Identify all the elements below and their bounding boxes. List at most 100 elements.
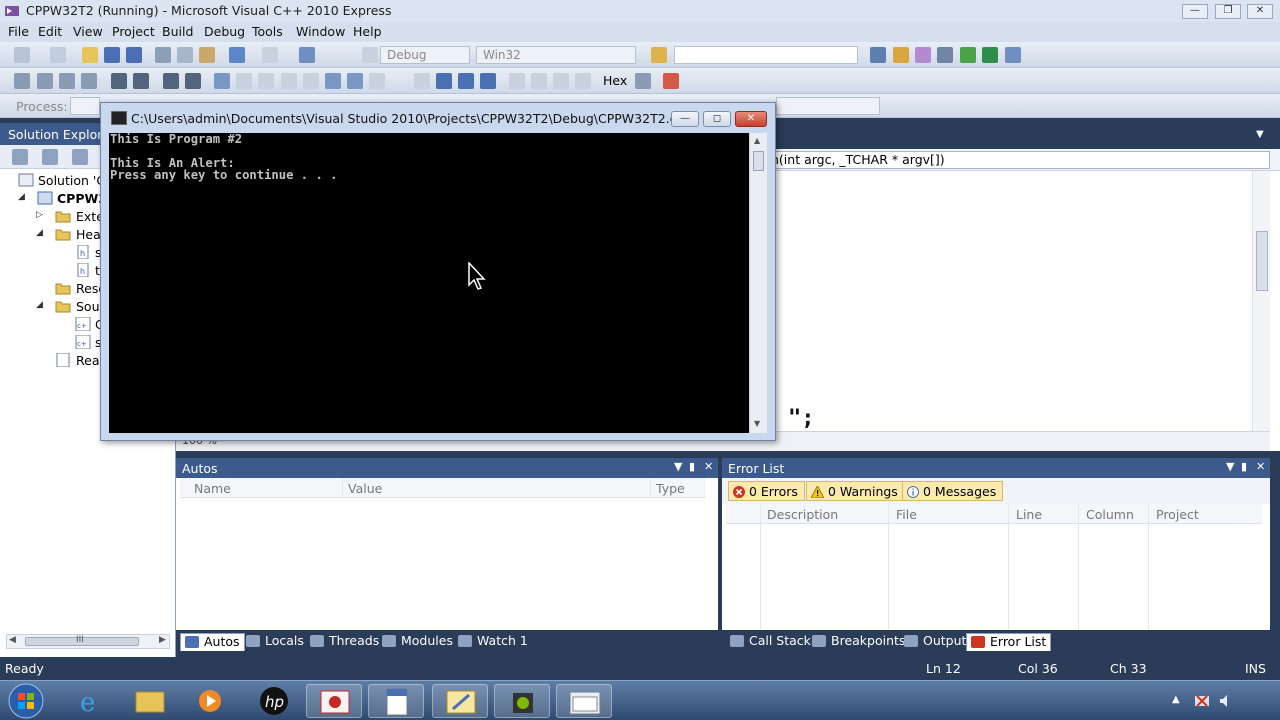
code-text[interactable]: "; [788, 406, 815, 431]
prev-bookmark-doc-icon[interactable] [325, 73, 341, 89]
tab-modules[interactable]: Modules [382, 633, 453, 651]
class-view-icon[interactable] [915, 47, 931, 63]
menu-tools[interactable]: Tools [252, 24, 283, 39]
scroll-down-icon[interactable]: ▼ [754, 419, 760, 428]
taskbar-explorer-icon[interactable] [122, 684, 178, 718]
column-type[interactable]: Type [656, 481, 685, 496]
close-panel-icon[interactable]: ✕ [1256, 460, 1265, 473]
column-line[interactable]: Line [1016, 507, 1042, 522]
parameter-info-icon[interactable] [37, 73, 53, 89]
column-column[interactable]: Column [1086, 507, 1134, 522]
properties-icon[interactable] [12, 149, 28, 165]
scroll-thumb[interactable] [753, 151, 764, 171]
vertical-scrollbar[interactable] [1252, 171, 1270, 431]
solution-explorer-icon[interactable] [893, 47, 909, 63]
function-combo[interactable]: n(int argc, _TCHAR * argv[]) [766, 151, 1270, 169]
open-file-icon[interactable] [82, 47, 98, 63]
menu-help[interactable]: Help [353, 24, 382, 39]
taskbar-camera-icon[interactable] [494, 684, 550, 718]
refresh-icon[interactable] [72, 149, 88, 165]
next-bookmark-doc-icon[interactable] [347, 73, 363, 89]
stack-frame-combo[interactable] [776, 97, 880, 115]
tab-locals[interactable]: Locals [246, 633, 304, 651]
taskbar-hp-icon[interactable]: hp [246, 684, 302, 718]
tab-watch-1[interactable]: Watch 1 [458, 633, 528, 651]
window-position-icon[interactable]: ▼ [674, 460, 682, 473]
menu-project[interactable]: Project [112, 24, 155, 39]
properties-icon[interactable] [937, 47, 953, 63]
taskbar-screen-recorder-icon[interactable] [306, 684, 362, 718]
close-button[interactable]: ✕ [1247, 4, 1273, 19]
messages-filter-button[interactable]: 0 Messages [902, 481, 1004, 501]
menu-build[interactable]: Build [162, 24, 193, 39]
taskbar-pdf-icon[interactable] [368, 684, 424, 718]
column-name[interactable]: Name [194, 481, 231, 496]
process-combo[interactable] [70, 97, 100, 115]
copy-icon[interactable] [177, 47, 193, 63]
column-value[interactable]: Value [348, 481, 382, 496]
scroll-thumb[interactable]: III [25, 635, 139, 646]
tab-breakpoints[interactable]: Breakpoints [812, 633, 905, 651]
restart-icon[interactable] [480, 73, 496, 89]
continue-icon[interactable] [414, 73, 430, 89]
close-panel-icon[interactable]: ✕ [704, 460, 713, 473]
expand-arrow-icon[interactable]: ▷ [36, 210, 43, 220]
toolbox-icon[interactable] [960, 47, 976, 63]
indent-icon[interactable] [133, 73, 149, 89]
taskbar-console-icon[interactable] [556, 684, 612, 718]
tab-output[interactable]: Output [904, 633, 966, 651]
cut-icon[interactable] [155, 47, 171, 63]
step-out-icon[interactable] [575, 73, 591, 89]
console-vertical-scrollbar[interactable]: ▲ ▼ [749, 133, 767, 433]
members-icon[interactable] [14, 73, 30, 89]
errors-filter-button[interactable]: 0 Errors [728, 481, 805, 501]
bookmark-icon[interactable] [214, 73, 230, 89]
find-in-files-icon[interactable] [651, 47, 667, 63]
next-bookmark-icon[interactable] [258, 73, 274, 89]
step-into-icon[interactable] [531, 73, 547, 89]
breakpoints-window-icon[interactable] [663, 73, 679, 89]
add-item-icon[interactable] [50, 47, 66, 63]
start-debug-icon[interactable] [362, 47, 378, 63]
tab-threads[interactable]: Threads [310, 633, 379, 651]
menu-debug[interactable]: Debug [204, 24, 245, 39]
extension-icon[interactable] [1005, 47, 1021, 63]
menu-window[interactable]: Window [296, 24, 345, 39]
scroll-thumb[interactable] [1256, 231, 1268, 291]
find-combo[interactable] [674, 46, 858, 64]
pin-icon[interactable]: ▮ [1241, 460, 1247, 473]
quick-info-icon[interactable] [59, 73, 75, 89]
config-combo[interactable]: Debug [380, 46, 470, 64]
console-window[interactable]: C:\Users\admin\Documents\Visual Studio 2… [100, 102, 776, 441]
window-position-icon[interactable]: ▼ [1226, 460, 1234, 473]
console-maximize-button[interactable]: ◻ [703, 111, 731, 127]
tab-error-list[interactable]: Error List [966, 633, 1052, 651]
paste-icon[interactable] [199, 47, 215, 63]
prev-bookmark-icon[interactable] [236, 73, 252, 89]
taskbar-ie-icon[interactable]: e [62, 684, 118, 718]
stop-debugging-icon[interactable] [458, 73, 474, 89]
undo-icon[interactable] [229, 47, 245, 63]
clear-bookmarks-icon[interactable] [369, 73, 385, 89]
scroll-left-icon[interactable]: ◀ [9, 635, 16, 645]
new-project-icon[interactable] [14, 47, 30, 63]
menu-file[interactable]: File [8, 24, 29, 39]
collapse-arrow-icon[interactable]: ◢ [36, 228, 43, 238]
taskbar-paint-icon[interactable] [432, 684, 488, 718]
scroll-right-icon[interactable]: ▶ [159, 635, 166, 645]
tray-network-icon[interactable] [1194, 693, 1210, 709]
pin-icon[interactable]: ▮ [689, 460, 695, 473]
tab-autos[interactable]: Autos [180, 633, 245, 651]
comment-icon[interactable] [163, 73, 179, 89]
column-project[interactable]: Project [1156, 507, 1199, 522]
minimize-button[interactable]: — [1182, 4, 1208, 19]
show-all-files-icon[interactable] [42, 149, 58, 165]
collapse-arrow-icon[interactable]: ◢ [18, 192, 25, 202]
navigate-icon[interactable] [299, 47, 315, 63]
warnings-filter-button[interactable]: 0 Warnings [806, 481, 905, 501]
show-threads-icon[interactable] [635, 73, 651, 89]
prev-bookmark-folder-icon[interactable] [281, 73, 297, 89]
start-page-icon[interactable] [982, 47, 998, 63]
tray-expand-icon[interactable]: ▲ [1172, 694, 1180, 705]
next-bookmark-folder-icon[interactable] [303, 73, 319, 89]
